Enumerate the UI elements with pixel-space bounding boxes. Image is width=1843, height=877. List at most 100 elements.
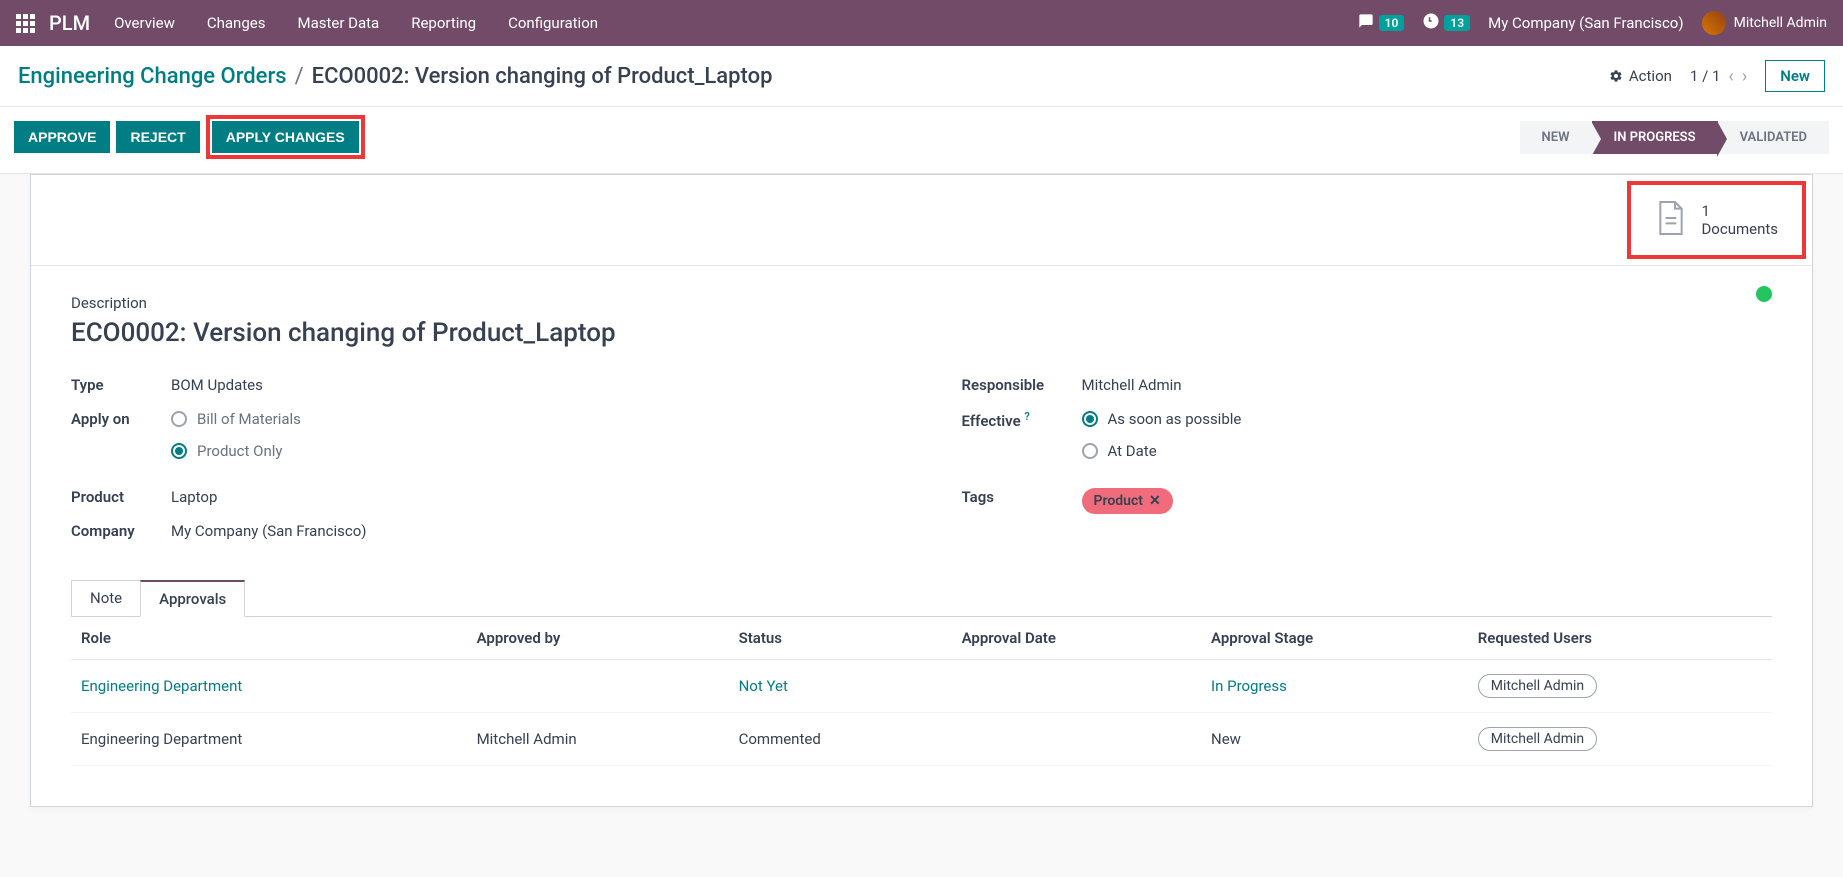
menu-changes[interactable]: Changes — [207, 14, 266, 32]
pager: 1 / 1 ‹ › — [1690, 66, 1747, 87]
status-validated[interactable]: VALIDATED — [1718, 121, 1829, 154]
col-status[interactable]: Status — [729, 617, 952, 660]
effective-at-date-label: At Date — [1108, 442, 1157, 460]
menu-overview[interactable]: Overview — [114, 14, 175, 32]
responsible-value[interactable]: Mitchell Admin — [1082, 376, 1182, 394]
reject-button[interactable]: REJECT — [116, 121, 199, 153]
tab-approvals[interactable]: Approvals — [140, 580, 245, 617]
avatar — [1702, 11, 1726, 35]
cell-stage[interactable]: In Progress — [1201, 660, 1468, 713]
documents-label: Documents — [1701, 220, 1778, 238]
col-approval-date[interactable]: Approval Date — [952, 617, 1201, 660]
user-name: Mitchell Admin — [1734, 15, 1827, 31]
apply-on-product-label: Product Only — [197, 442, 283, 460]
col-approval-stage[interactable]: Approval Stage — [1201, 617, 1468, 660]
radio-icon — [171, 411, 187, 427]
cell-requested-user: Mitchell Admin — [1468, 713, 1772, 766]
kanban-status-dot[interactable] — [1756, 286, 1772, 302]
radio-icon — [171, 443, 187, 459]
action-dropdown[interactable]: Action — [1609, 67, 1672, 85]
cell-approved-by — [467, 660, 729, 713]
type-label: Type — [71, 376, 171, 394]
apply-on-product-radio[interactable]: Product Only — [171, 442, 301, 460]
menu-reporting[interactable]: Reporting — [411, 14, 476, 32]
status-new[interactable]: NEW — [1520, 121, 1592, 154]
chat-icon — [1357, 13, 1375, 33]
cell-approved-by: Mitchell Admin — [467, 713, 729, 766]
documents-button[interactable]: 1 Documents — [1627, 181, 1806, 259]
clock-icon — [1422, 12, 1440, 34]
apply-changes-highlight: APPLY CHANGES — [206, 115, 365, 159]
activity-count-badge: 13 — [1444, 15, 1470, 31]
pager-text[interactable]: 1 / 1 — [1690, 67, 1721, 85]
cell-approval-date — [952, 713, 1201, 766]
status-in-progress[interactable]: IN PROGRESS — [1592, 121, 1718, 154]
description-label: Description — [71, 294, 1772, 312]
discuss-button[interactable]: 10 — [1357, 13, 1405, 33]
table-row[interactable]: Engineering Department Mitchell Admin Co… — [71, 713, 1772, 766]
company-label: Company — [71, 522, 171, 540]
radio-icon — [1082, 443, 1098, 459]
type-value[interactable]: BOM Updates — [171, 376, 263, 394]
table-header-row: Role Approved by Status Approval Date Ap… — [71, 617, 1772, 660]
effective-label: Effective ? — [962, 410, 1082, 430]
cell-requested-user: Mitchell Admin — [1468, 660, 1772, 713]
approve-button[interactable]: APPROVE — [14, 121, 110, 153]
user-pill[interactable]: Mitchell Admin — [1478, 727, 1597, 751]
notebook-tabs: Note Approvals — [71, 580, 1772, 617]
tag-product: Product ✕ — [1082, 488, 1173, 514]
effective-asap-radio[interactable]: As soon as possible — [1082, 410, 1242, 428]
apply-changes-button[interactable]: APPLY CHANGES — [212, 121, 359, 153]
breadcrumb-bar: Engineering Change Orders / ECO0002: Ver… — [0, 46, 1843, 107]
company-value[interactable]: My Company (San Francisco) — [171, 522, 366, 540]
col-role[interactable]: Role — [71, 617, 467, 660]
table-row[interactable]: Engineering Department Not Yet In Progre… — [71, 660, 1772, 713]
apps-icon[interactable] — [16, 14, 35, 33]
tags-label: Tags — [962, 488, 1082, 506]
document-icon — [1655, 199, 1687, 241]
col-approved-by[interactable]: Approved by — [467, 617, 729, 660]
company-switcher[interactable]: My Company (San Francisco) — [1488, 14, 1683, 32]
help-icon[interactable]: ? — [1024, 410, 1029, 423]
activities-button[interactable]: 13 — [1422, 12, 1470, 34]
gear-icon — [1609, 69, 1623, 83]
cell-status[interactable]: Not Yet — [729, 660, 952, 713]
col-requested-users[interactable]: Requested Users — [1468, 617, 1772, 660]
cell-role: Engineering Department — [71, 713, 467, 766]
cell-status: Commented — [729, 713, 952, 766]
responsible-label: Responsible — [962, 376, 1082, 394]
cell-approval-date — [952, 660, 1201, 713]
radio-icon — [1082, 411, 1098, 427]
apply-on-bom-radio[interactable]: Bill of Materials — [171, 410, 301, 428]
effective-at-date-radio[interactable]: At Date — [1082, 442, 1242, 460]
menu-master-data[interactable]: Master Data — [297, 14, 379, 32]
user-menu[interactable]: Mitchell Admin — [1702, 11, 1827, 35]
form-sheet: 1 Documents Description ECO0002: Version… — [30, 174, 1813, 807]
record-title[interactable]: ECO0002: Version changing of Product_Lap… — [71, 318, 1772, 348]
app-brand[interactable]: PLM — [49, 11, 90, 35]
user-pill[interactable]: Mitchell Admin — [1478, 674, 1597, 698]
new-record-button[interactable]: New — [1765, 60, 1825, 92]
action-label: Action — [1629, 67, 1672, 85]
menu-configuration[interactable]: Configuration — [508, 14, 598, 32]
cell-role[interactable]: Engineering Department — [71, 660, 467, 713]
tab-note[interactable]: Note — [71, 580, 141, 617]
chat-count-badge: 10 — [1379, 15, 1405, 31]
main-menu: Overview Changes Master Data Reporting C… — [114, 14, 598, 32]
breadcrumb-parent[interactable]: Engineering Change Orders — [18, 64, 287, 89]
product-link[interactable]: Laptop — [171, 488, 217, 506]
status-bar: NEW IN PROGRESS VALIDATED — [1520, 121, 1829, 154]
pager-prev-icon[interactable]: ‹ — [1728, 66, 1733, 87]
cell-stage: New — [1201, 713, 1468, 766]
effective-asap-label: As soon as possible — [1108, 410, 1242, 428]
action-bar: APPROVE REJECT APPLY CHANGES NEW IN PROG… — [0, 107, 1843, 174]
pager-next-icon[interactable]: › — [1742, 66, 1747, 87]
product-label: Product — [71, 488, 171, 506]
breadcrumb-current: ECO0002: Version changing of Product_Lap… — [312, 64, 773, 89]
tags-field[interactable]: Product ✕ — [1082, 488, 1173, 514]
breadcrumb-sep: / — [295, 64, 304, 89]
apply-on-bom-label: Bill of Materials — [197, 410, 301, 428]
top-navbar: PLM Overview Changes Master Data Reporti… — [0, 0, 1843, 46]
tag-remove-icon[interactable]: ✕ — [1149, 493, 1161, 509]
apply-on-label: Apply on — [71, 410, 171, 428]
